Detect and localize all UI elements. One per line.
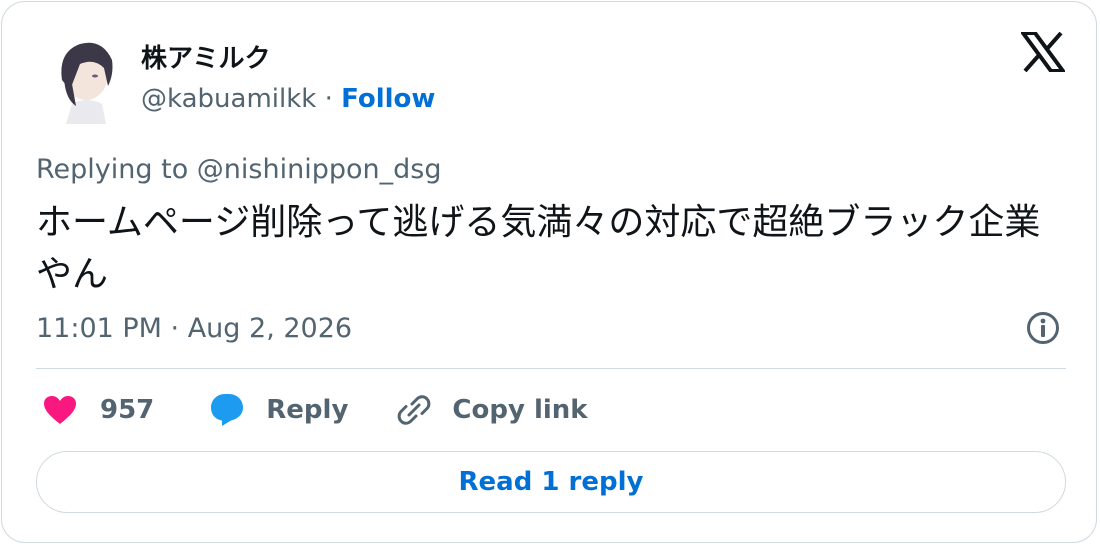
reply-button[interactable]: Reply — [208, 392, 348, 428]
divider — [36, 368, 1066, 369]
speech-bubble-icon — [211, 394, 244, 426]
heart-icon — [44, 396, 76, 424]
x-logo-icon[interactable] — [1021, 32, 1065, 72]
tweet-timestamp[interactable]: 11:01 PM · Aug 2, 2026 — [36, 313, 352, 344]
author-name[interactable]: 株アミルク — [141, 38, 270, 75]
like-count: 957 — [100, 395, 155, 425]
action-bar: 957 Reply Copy link — [42, 388, 588, 432]
reply-label: Reply — [266, 395, 349, 425]
author-handle[interactable]: @kabuamilkk — [141, 84, 316, 114]
read-replies-button[interactable]: Read 1 reply — [36, 451, 1066, 513]
tweet-text: ホームページ削除って逃げる気満々の対応で超絶ブラック企業やん — [36, 202, 1041, 295]
copy-link-button[interactable]: Copy link — [396, 392, 588, 428]
replying-to-text[interactable]: Replying to @nishinippon_dsg — [36, 154, 441, 185]
info-icon[interactable] — [1026, 311, 1060, 345]
like-button[interactable]: 957 — [42, 394, 154, 426]
separator-dot: · — [324, 84, 333, 114]
read-replies-label: Read 1 reply — [458, 467, 644, 497]
follow-button[interactable]: Follow — [341, 84, 435, 114]
author-handle-row: @kabuamilkk · Follow — [141, 84, 435, 114]
avatar[interactable] — [50, 34, 122, 124]
tweet-card: 株アミルク @kabuamilkk · Follow Replying to @… — [1, 1, 1097, 543]
link-icon — [398, 395, 431, 425]
copy-link-label: Copy link — [452, 395, 588, 425]
